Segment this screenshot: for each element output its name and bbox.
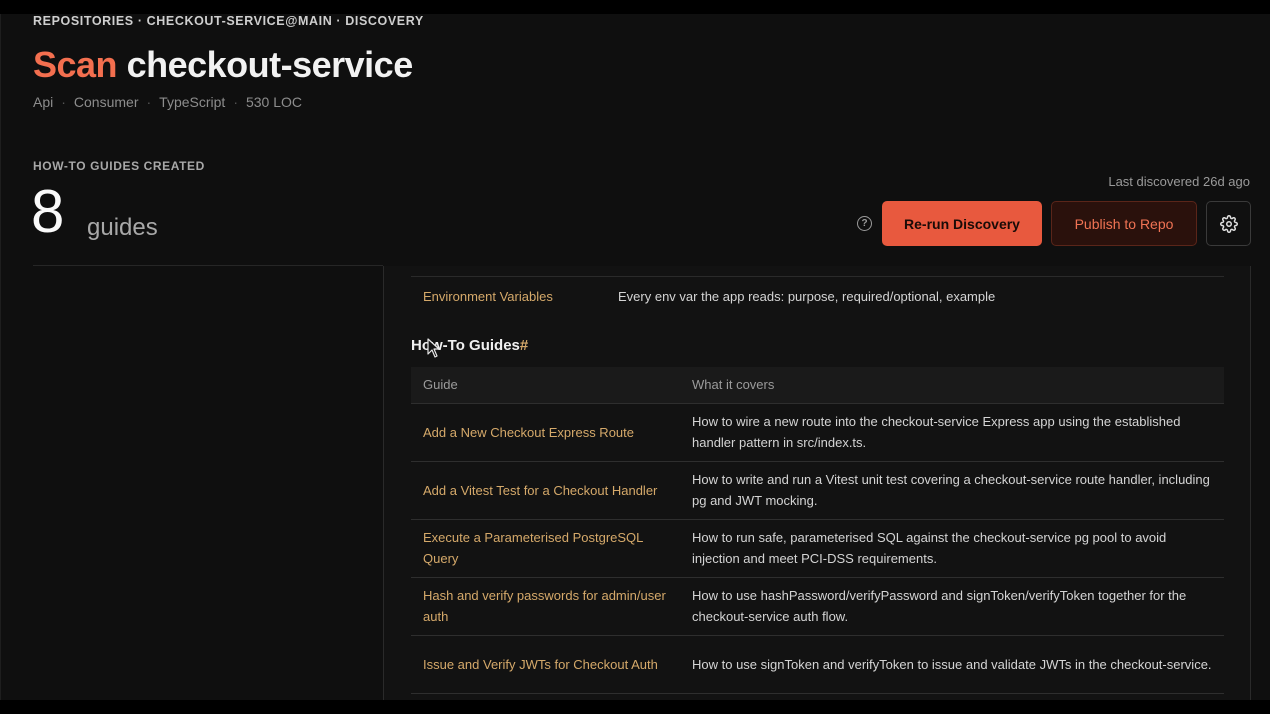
meta-language: TypeScript <box>159 94 226 110</box>
question-circle-icon[interactable]: ? <box>857 216 872 231</box>
meta-loc: 530 LOC <box>245 94 303 110</box>
guide-link[interactable]: Issue and Verify JWTs for Checkout Auth <box>411 635 680 694</box>
document-panel[interactable]: Environment Variables Every env var the … <box>383 266 1251 700</box>
env-vars-description: Every env var the app reads: purpose, re… <box>618 289 996 304</box>
meta-role: Consumer <box>73 94 139 110</box>
meta-type: Api <box>33 94 54 110</box>
table-row: Hash and verify passwords for admin/user… <box>411 577 1224 636</box>
title-action-word: Scan <box>33 44 118 85</box>
publish-to-repo-button[interactable]: Publish to Repo <box>1051 201 1197 246</box>
discovery-page: REPOSITORIES · CHECKOUT-SERVICE@MAIN · D… <box>0 14 1270 700</box>
guides-count: 8 <box>31 178 65 245</box>
guides-count-label: HOW-TO GUIDES CREATED <box>33 159 205 173</box>
page-title: Scan checkout-service <box>33 44 413 86</box>
column-header-covers: What it covers <box>680 367 1224 404</box>
settings-button[interactable] <box>1206 201 1251 246</box>
guide-description: How to wire a new route into the checkou… <box>680 403 1224 462</box>
breadcrumb[interactable]: REPOSITORIES · CHECKOUT-SERVICE@MAIN · D… <box>33 14 424 28</box>
guide-link[interactable]: Add a Vitest Test for a Checkout Handler <box>411 461 680 520</box>
title-repo-name: checkout-service <box>126 44 414 85</box>
table-row: Add a Vitest Test for a Checkout Handler… <box>411 461 1224 520</box>
table-row: Issue and Verify JWTs for Checkout Auth … <box>411 635 1224 694</box>
table-header-row: Guide What it covers <box>411 367 1224 404</box>
gear-icon <box>1219 214 1238 233</box>
meta-separator: · <box>146 94 152 110</box>
guides-table: Guide What it covers Add a New Checkout … <box>411 367 1224 694</box>
meta-separator: · <box>61 94 66 110</box>
table-row: Environment Variables Every env var the … <box>411 276 1224 316</box>
rerun-discovery-button[interactable]: Re-run Discovery <box>882 201 1042 246</box>
guide-link[interactable]: Hash and verify passwords for admin/user… <box>411 577 680 636</box>
section-divider <box>33 265 383 266</box>
table-row: Add a New Checkout Express Route How to … <box>411 403 1224 462</box>
guide-description: How to write and run a Vitest unit test … <box>680 461 1224 520</box>
column-header-guide: Guide <box>411 367 680 404</box>
last-discovered: Last discovered 26d ago <box>1108 174 1250 189</box>
mouse-cursor-icon <box>427 338 440 358</box>
guides-count-unit: guides <box>87 214 158 241</box>
guide-description: How to run safe, parameterised SQL again… <box>680 519 1224 578</box>
guide-description: How to use hashPassword/verifyPassword a… <box>680 577 1224 636</box>
table-row: Execute a Parameterised PostgreSQL Query… <box>411 519 1224 578</box>
guide-link[interactable]: Add a New Checkout Express Route <box>411 403 680 462</box>
env-vars-link[interactable]: Environment Variables <box>423 289 553 304</box>
meta-separator: · <box>233 94 238 110</box>
guide-link[interactable]: Execute a Parameterised PostgreSQL Query <box>411 519 680 578</box>
repo-meta: Api · Consumer · TypeScript · 530 LOC <box>33 94 302 110</box>
heading-anchor-link[interactable]: # <box>520 337 528 354</box>
guide-description: How to use signToken and verifyToken to … <box>680 635 1224 694</box>
